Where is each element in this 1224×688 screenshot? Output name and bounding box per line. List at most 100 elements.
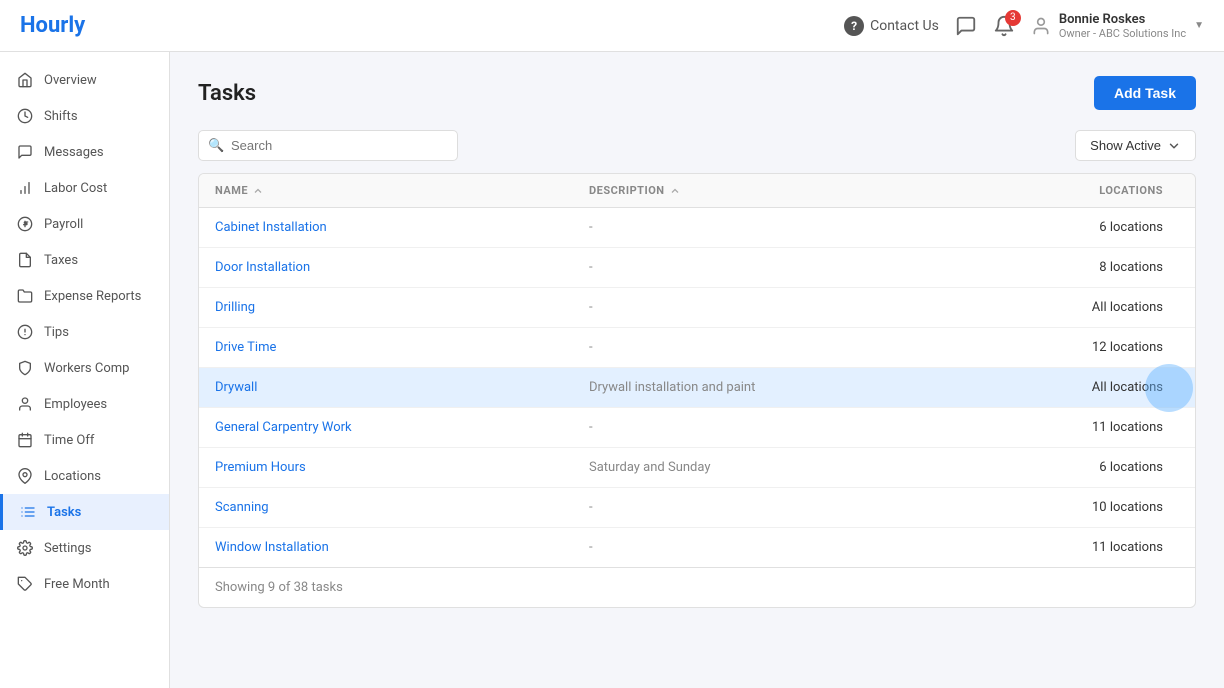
chevron-down-icon — [1167, 139, 1181, 153]
sidebar-label-labor-cost: Labor Cost — [44, 181, 107, 196]
search-wrap: 🔍 — [198, 130, 458, 161]
chart-icon — [16, 180, 34, 196]
sidebar-item-time-off[interactable]: Time Off — [0, 422, 169, 458]
search-input[interactable] — [198, 130, 458, 161]
table-footer: Showing 9 of 38 tasks — [199, 567, 1195, 607]
row-description: Drywall installation and paint — [589, 380, 963, 395]
row-description: - — [589, 300, 963, 315]
sidebar-item-payroll[interactable]: Payroll — [0, 206, 169, 242]
sidebar-item-free-month[interactable]: Free Month — [0, 566, 169, 602]
row-description: - — [589, 220, 963, 235]
sidebar-item-shifts[interactable]: Shifts — [0, 98, 169, 134]
column-description: DESCRIPTION — [589, 184, 963, 197]
messages-button[interactable] — [955, 15, 977, 37]
tag-icon — [16, 576, 34, 592]
row-locations: All locations — [963, 300, 1163, 315]
table-row[interactable]: Door Installation - 8 locations — [199, 248, 1195, 288]
sidebar-label-locations: Locations — [44, 469, 101, 484]
topnav-right: ? Contact Us 3 Bonnie Roskes Owner - ABC… — [844, 12, 1204, 40]
row-name: Drywall — [215, 380, 589, 395]
main-content: Tasks Add Task 🔍 Show Active NAME — [170, 52, 1224, 688]
row-description: - — [589, 340, 963, 355]
toolbar: 🔍 Show Active — [198, 130, 1196, 161]
home-icon — [16, 72, 34, 88]
row-name: Premium Hours — [215, 460, 589, 475]
tips-icon — [16, 324, 34, 340]
table-row[interactable]: Drilling - All locations — [199, 288, 1195, 328]
sidebar-label-settings: Settings — [44, 541, 91, 556]
user-icon — [1031, 16, 1051, 36]
user-info: Bonnie Roskes Owner - ABC Solutions Inc — [1059, 12, 1186, 40]
sidebar-item-employees[interactable]: Employees — [0, 386, 169, 422]
tasks-icon — [19, 504, 37, 520]
sidebar-item-overview[interactable]: Overview — [0, 62, 169, 98]
row-name: Drive Time — [215, 340, 589, 355]
pin-icon — [16, 468, 34, 484]
sidebar-item-settings[interactable]: Settings — [0, 530, 169, 566]
show-active-button[interactable]: Show Active — [1075, 130, 1196, 161]
topnav: Hourly ? Contact Us 3 Bonnie Roskes — [0, 0, 1224, 52]
sidebar-label-expense-reports: Expense Reports — [44, 289, 141, 304]
contact-us-label: Contact Us — [870, 18, 939, 34]
sidebar-item-tips[interactable]: Tips — [0, 314, 169, 350]
sidebar-label-shifts: Shifts — [44, 109, 78, 124]
chevron-down-icon: ▼ — [1194, 20, 1204, 31]
row-locations: 12 locations — [963, 340, 1163, 355]
table-row[interactable]: Drywall Drywall installation and paint A… — [199, 368, 1195, 408]
table-row[interactable]: Scanning - 10 locations — [199, 488, 1195, 528]
row-locations: 11 locations — [963, 420, 1163, 435]
sidebar-label-tasks: Tasks — [47, 505, 81, 520]
sidebar: Overview Shifts Messages Labor Cost Payr… — [0, 52, 170, 688]
sort-desc-icon[interactable] — [669, 185, 681, 197]
sidebar-item-locations[interactable]: Locations — [0, 458, 169, 494]
row-locations: 8 locations — [963, 260, 1163, 275]
gear-icon — [16, 540, 34, 556]
table-body: Cabinet Installation - 6 locations Door … — [199, 208, 1195, 567]
contact-us-button[interactable]: ? Contact Us — [844, 16, 939, 36]
table-row[interactable]: Window Installation - 11 locations — [199, 528, 1195, 567]
page-header: Tasks Add Task — [198, 76, 1196, 110]
folder-icon — [16, 288, 34, 304]
row-description: - — [589, 420, 963, 435]
file-icon — [16, 252, 34, 268]
row-locations: 10 locations — [963, 500, 1163, 515]
sidebar-item-tasks[interactable]: Tasks — [0, 494, 169, 530]
column-locations: LOCATIONS — [963, 184, 1163, 197]
sidebar-label-free-month: Free Month — [44, 577, 110, 592]
sidebar-label-tips: Tips — [44, 325, 69, 340]
table-row[interactable]: General Carpentry Work - 11 locations — [199, 408, 1195, 448]
row-description: - — [589, 540, 963, 555]
table-row[interactable]: Drive Time - 12 locations — [199, 328, 1195, 368]
row-name: Drilling — [215, 300, 589, 315]
person-icon — [16, 396, 34, 412]
sidebar-label-taxes: Taxes — [44, 253, 78, 268]
add-task-button[interactable]: Add Task — [1094, 76, 1196, 110]
sort-name-icon[interactable] — [252, 185, 264, 197]
row-name: Window Installation — [215, 540, 589, 555]
row-name: Cabinet Installation — [215, 220, 589, 235]
row-name: General Carpentry Work — [215, 420, 589, 435]
column-name: NAME — [215, 184, 589, 197]
sidebar-item-expense-reports[interactable]: Expense Reports — [0, 278, 169, 314]
sidebar-item-workers-comp[interactable]: Workers Comp — [0, 350, 169, 386]
page-title: Tasks — [198, 81, 256, 106]
show-active-label: Show Active — [1090, 138, 1161, 153]
sidebar-item-labor-cost[interactable]: Labor Cost — [0, 170, 169, 206]
row-description: - — [589, 500, 963, 515]
sidebar-item-taxes[interactable]: Taxes — [0, 242, 169, 278]
table-row[interactable]: Premium Hours Saturday and Sunday 6 loca… — [199, 448, 1195, 488]
layout: Overview Shifts Messages Labor Cost Payr… — [0, 52, 1224, 688]
row-description: Saturday and Sunday — [589, 460, 963, 475]
sidebar-item-messages[interactable]: Messages — [0, 134, 169, 170]
row-locations: 11 locations — [963, 540, 1163, 555]
help-icon: ? — [844, 16, 864, 36]
row-description: - — [589, 260, 963, 275]
user-role: Owner - ABC Solutions Inc — [1059, 27, 1186, 40]
user-menu-button[interactable]: Bonnie Roskes Owner - ABC Solutions Inc … — [1031, 12, 1204, 40]
calendar-icon — [16, 432, 34, 448]
sidebar-label-overview: Overview — [44, 73, 97, 88]
search-icon: 🔍 — [208, 138, 224, 153]
notifications-button[interactable]: 3 — [993, 15, 1015, 37]
message-icon — [16, 144, 34, 160]
table-row[interactable]: Cabinet Installation - 6 locations — [199, 208, 1195, 248]
